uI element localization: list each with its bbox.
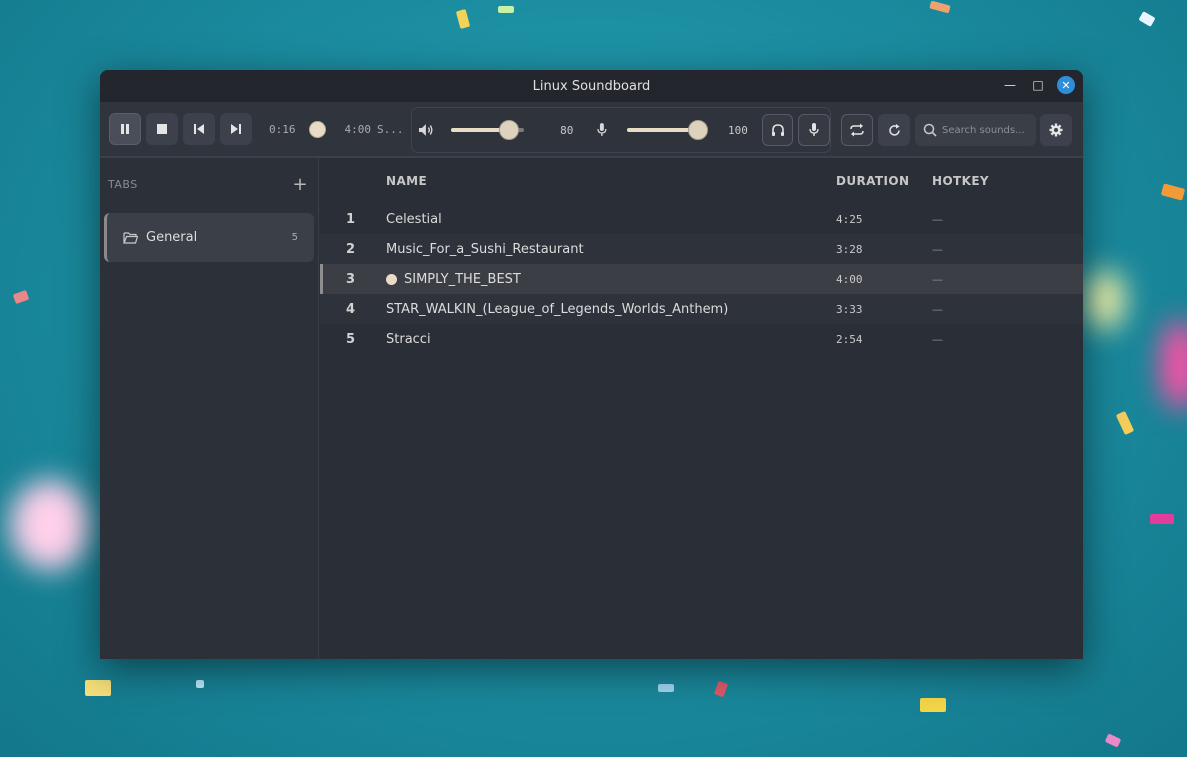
confetti xyxy=(1160,183,1186,201)
table-header: NAME DURATION HOTKEY xyxy=(320,158,1083,204)
column-header-duration[interactable]: DURATION xyxy=(836,174,909,188)
next-button[interactable] xyxy=(220,113,252,145)
refresh-icon xyxy=(888,123,900,136)
sidebar-header: TABS + xyxy=(100,158,318,210)
confetti xyxy=(455,9,471,29)
loop-button[interactable] xyxy=(841,114,873,146)
minimize-button[interactable]: — xyxy=(1001,76,1019,94)
search-icon xyxy=(923,123,937,137)
soundboard-window: Linux Soundboard — □ ✕ 0:16 4:00 S... 80… xyxy=(100,70,1083,659)
row-duration: 4:00 xyxy=(836,272,863,286)
row-duration: 3:28 xyxy=(836,242,863,256)
confetti xyxy=(1150,514,1174,524)
confetti xyxy=(929,0,951,14)
window-controls: — □ ✕ xyxy=(1001,76,1075,94)
skip-previous-icon xyxy=(194,124,204,134)
speaker-volume-thumb[interactable] xyxy=(499,120,520,140)
row-hotkey[interactable]: — xyxy=(932,243,943,256)
confetti xyxy=(85,680,111,696)
close-button[interactable]: ✕ xyxy=(1057,76,1075,94)
previous-button[interactable] xyxy=(183,113,215,145)
skip-next-icon xyxy=(231,124,241,134)
table-row[interactable]: 5 Stracci 2:54 — xyxy=(320,324,1083,354)
tab-count-badge: 5 xyxy=(291,232,298,243)
headphones-icon xyxy=(771,124,784,136)
settings-button[interactable] xyxy=(1040,114,1072,146)
maximize-button[interactable]: □ xyxy=(1029,76,1047,94)
table-row[interactable]: 1 Celestial 4:25 — xyxy=(320,204,1083,234)
sidebar: TABS + General 5 xyxy=(100,158,319,659)
headphones-toggle-button[interactable] xyxy=(761,114,794,146)
row-name: STAR_WALKIN_(League_of_Legends_Worlds_An… xyxy=(386,301,729,317)
mic-volume-slider[interactable] xyxy=(627,120,709,140)
sound-list: NAME DURATION HOTKEY 1 Celestial 4:25 — … xyxy=(320,158,1083,659)
toolbar: 0:16 4:00 S... 80 100 xyxy=(100,102,1083,158)
mic-toggle-button[interactable] xyxy=(798,114,830,146)
table-row-playing[interactable]: 3 SIMPLY_THE_BEST 4:00 — xyxy=(320,264,1083,294)
row-hotkey[interactable]: — xyxy=(932,213,943,226)
playing-indicator-icon xyxy=(386,273,397,285)
gear-icon xyxy=(1049,123,1063,137)
sidebar-tab-general[interactable]: General 5 xyxy=(104,213,314,262)
now-playing-label: S... xyxy=(377,122,404,136)
row-name-wrap: SIMPLY_THE_BEST xyxy=(386,272,521,287)
mic-volume-value: 100 xyxy=(727,123,748,137)
table-row[interactable]: 2 Music_For_a_Sushi_Restaurant 3:28 — xyxy=(320,234,1083,264)
confetti xyxy=(713,680,729,698)
pause-icon xyxy=(121,124,129,134)
confetti xyxy=(658,684,674,692)
row-hotkey[interactable]: — xyxy=(932,303,943,316)
confetti xyxy=(12,289,30,305)
column-header-hotkey[interactable]: HOTKEY xyxy=(932,174,989,188)
bokeh-light xyxy=(1160,320,1187,410)
confetti xyxy=(920,698,946,712)
refresh-button[interactable] xyxy=(878,114,910,146)
row-index: 2 xyxy=(346,241,356,257)
column-header-name[interactable]: NAME xyxy=(386,174,427,188)
mic-volume-thumb[interactable] xyxy=(688,120,709,140)
row-duration: 2:54 xyxy=(836,332,863,346)
folder-icon xyxy=(123,232,138,244)
row-hotkey[interactable]: — xyxy=(932,273,943,286)
speaker-volume-icon xyxy=(418,124,433,136)
row-index: 3 xyxy=(346,271,356,287)
tab-label: General xyxy=(146,230,198,245)
confetti xyxy=(498,6,514,13)
window-title: Linux Soundboard xyxy=(532,78,651,94)
repeat-icon xyxy=(850,123,864,137)
titlebar[interactable]: Linux Soundboard — □ ✕ xyxy=(100,70,1083,102)
progress-knob[interactable] xyxy=(308,120,326,138)
bokeh-light xyxy=(1085,270,1125,330)
volume-group: 80 100 xyxy=(411,107,831,153)
row-duration: 3:33 xyxy=(836,302,863,316)
tabs-label: TABS xyxy=(108,177,138,191)
row-duration: 4:25 xyxy=(836,212,863,226)
total-time: 4:00 xyxy=(344,122,372,136)
row-index: 4 xyxy=(346,301,356,317)
microphone-icon xyxy=(597,123,607,136)
confetti xyxy=(196,680,204,688)
stop-button[interactable] xyxy=(146,113,178,145)
row-name: SIMPLY_THE_BEST xyxy=(404,271,521,287)
confetti xyxy=(1104,733,1122,748)
microphone-icon xyxy=(809,123,819,136)
stop-icon xyxy=(157,124,167,134)
confetti xyxy=(1115,410,1135,436)
elapsed-time: 0:16 xyxy=(269,122,296,136)
bokeh-light xyxy=(10,480,90,570)
row-hotkey[interactable]: — xyxy=(932,333,943,346)
pause-button[interactable] xyxy=(109,113,141,145)
row-index: 1 xyxy=(346,211,356,227)
row-name: Music_For_a_Sushi_Restaurant xyxy=(386,241,584,257)
add-tab-button[interactable]: + xyxy=(290,174,310,195)
confetti xyxy=(1138,11,1156,27)
search-input[interactable] xyxy=(942,124,1028,136)
row-name: Stracci xyxy=(386,331,431,347)
row-index: 5 xyxy=(346,331,356,347)
speaker-volume-slider[interactable] xyxy=(450,120,524,140)
row-name: Celestial xyxy=(386,211,442,227)
search-box[interactable] xyxy=(915,114,1036,146)
speaker-volume-value: 80 xyxy=(560,123,574,137)
table-row[interactable]: 4 STAR_WALKIN_(League_of_Legends_Worlds_… xyxy=(320,294,1083,324)
